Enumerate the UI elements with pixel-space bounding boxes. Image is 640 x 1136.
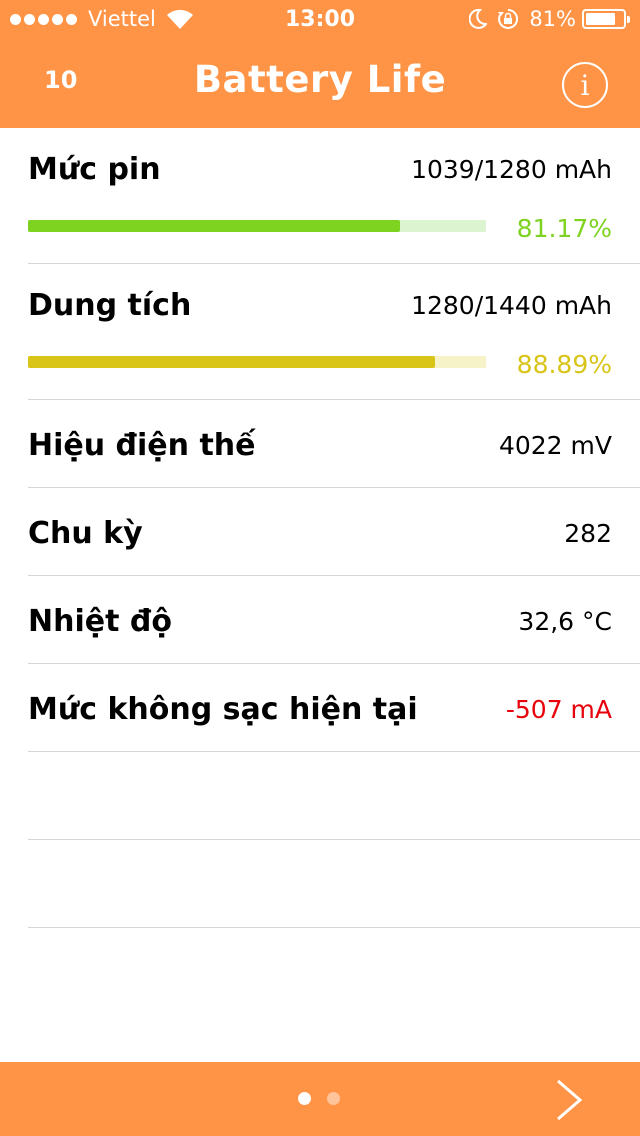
empty-row (28, 840, 640, 928)
row-value: 4022 mV (498, 431, 612, 460)
battery-level-row: Mức pin 1039/1280 mAh 81.17% (28, 128, 640, 264)
row-value: 32,6 °C (518, 607, 612, 636)
battery-level-bar-fill (28, 220, 400, 232)
capacity-percent: 88.89% (516, 350, 612, 379)
row-label: Chu kỳ (28, 516, 143, 551)
page-dot[interactable] (298, 1092, 311, 1105)
temperature-row: Nhiệt độ 32,6 °C (28, 576, 640, 664)
capacity-row: Dung tích 1280/1440 mAh 88.89% (28, 264, 640, 400)
info-button[interactable]: i (562, 62, 608, 108)
moon-icon (469, 9, 488, 29)
battery-level-percent: 81.17% (516, 214, 612, 243)
empty-row (28, 752, 640, 840)
row-value: -507 mA (505, 695, 612, 724)
voltage-row: Hiệu điện thế 4022 mV (28, 400, 640, 488)
row-label: Hiệu điện thế (28, 428, 256, 463)
chevron-right-icon (557, 1079, 583, 1121)
row-value: 282 (564, 519, 612, 548)
row-label: Mức không sạc hiện tại (28, 692, 418, 727)
info-icon: i (580, 68, 590, 102)
header: Viettel 13:00 81% 10 Battery Life i (0, 0, 640, 128)
battery-percent: 81% (529, 7, 576, 31)
battery-level-bar (28, 220, 486, 232)
row-label: Dung tích (28, 288, 192, 323)
page-title: Battery Life (193, 58, 447, 101)
row-label: Nhiệt độ (28, 604, 172, 639)
page-indicator[interactable] (298, 1092, 356, 1105)
row-value: 1280/1440 mAh (411, 291, 612, 320)
next-page-button[interactable] (552, 1078, 586, 1122)
row-value: 1039/1280 mAh (411, 155, 612, 184)
status-bar-right: 81% (459, 7, 630, 31)
orientation-lock-icon (498, 8, 519, 29)
footer-bar (0, 1062, 640, 1136)
cycle-count-row: Chu kỳ 282 (28, 488, 640, 576)
row-label: Mức pin (28, 152, 161, 187)
page-dot[interactable] (327, 1092, 340, 1105)
status-bar: Viettel 13:00 81% (0, 0, 640, 40)
battery-icon (582, 9, 630, 29)
capacity-bar-fill (28, 356, 436, 368)
current-row: Mức không sạc hiện tại -507 mA (28, 664, 640, 752)
capacity-bar (28, 356, 486, 368)
